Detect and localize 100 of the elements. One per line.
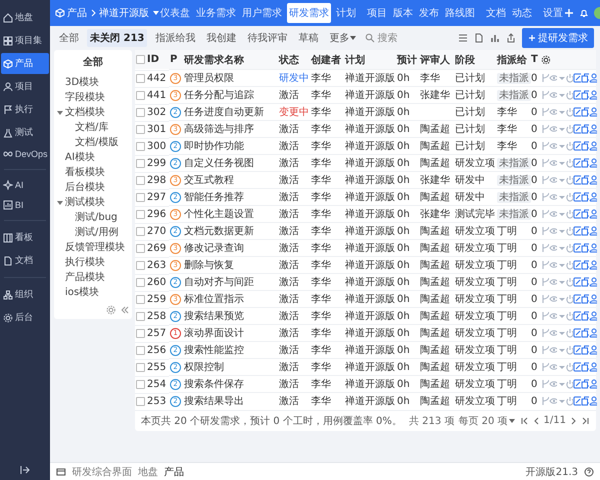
eye-icon[interactable] — [549, 90, 557, 100]
tree-item[interactable]: 后台模块 — [65, 180, 105, 194]
checkbox[interactable] — [136, 244, 145, 253]
person-icon[interactable] — [589, 345, 597, 355]
tree-item[interactable]: 文档模块 — [65, 104, 105, 118]
person-icon[interactable] — [589, 311, 597, 321]
edit-icon[interactable] — [573, 209, 581, 219]
collapse-icon[interactable] — [20, 465, 30, 475]
eye-icon[interactable] — [549, 260, 557, 270]
document-icon[interactable] — [474, 33, 484, 43]
power-icon[interactable] — [565, 175, 573, 185]
story-link[interactable]: 高级筛选与排序 — [184, 124, 254, 135]
person-icon[interactable] — [589, 396, 597, 406]
eye-icon[interactable] — [549, 175, 557, 185]
edit-icon[interactable] — [573, 124, 581, 134]
story-link[interactable]: 任务进度自动更新 — [184, 107, 264, 118]
sidebar-item[interactable]: 后台 — [1, 307, 49, 328]
tree-item[interactable]: 文档/模版 — [75, 134, 118, 148]
eye-icon[interactable] — [549, 345, 557, 355]
person-icon[interactable] — [589, 277, 597, 287]
story-link[interactable]: 文档元数据更新 — [184, 226, 254, 237]
checkbox[interactable] — [136, 193, 145, 202]
plus-icon[interactable] — [564, 8, 574, 18]
person-icon[interactable] — [589, 124, 597, 134]
person-icon[interactable] — [589, 379, 597, 389]
next-icon[interactable] — [570, 416, 578, 426]
copy-icon[interactable] — [581, 175, 589, 185]
story-link[interactable]: 智能任务推荐 — [184, 192, 244, 203]
person-icon[interactable] — [589, 294, 597, 304]
sidebar-item[interactable]: 项目集 — [1, 30, 49, 51]
checkbox[interactable] — [136, 312, 145, 321]
edit-icon[interactable] — [573, 107, 581, 117]
tree-item[interactable]: 测试/bug — [75, 210, 118, 224]
fork-icon[interactable] — [541, 362, 549, 372]
story-link[interactable]: 管理员权限 — [184, 73, 234, 84]
assignee-text[interactable]: 丁明 — [497, 226, 517, 237]
story-link[interactable]: 权限控制 — [184, 362, 224, 373]
sidebar-item[interactable]: 测试 — [1, 122, 49, 143]
fork-icon[interactable] — [541, 277, 549, 287]
edit-icon[interactable] — [573, 362, 581, 372]
nav-tab[interactable]: 路线图 — [444, 3, 476, 23]
nav-tab[interactable]: 动态 — [511, 3, 533, 23]
story-link[interactable]: 搜索结果预览 — [184, 311, 244, 322]
power-icon[interactable] — [565, 345, 573, 355]
assignee-text[interactable]: 丁明 — [497, 243, 517, 254]
story-link[interactable]: 滚动界面设计 — [184, 328, 244, 339]
edit-icon[interactable] — [573, 141, 581, 151]
edit-icon[interactable] — [573, 158, 581, 168]
checkbox[interactable] — [136, 55, 145, 64]
person-icon[interactable] — [589, 73, 597, 83]
edit-icon[interactable] — [573, 277, 581, 287]
power-icon[interactable] — [565, 124, 573, 134]
assignee-text[interactable]: 丁明 — [497, 345, 517, 356]
help-icon[interactable] — [584, 466, 594, 476]
copy-icon[interactable] — [581, 379, 589, 389]
person-icon[interactable] — [589, 192, 597, 202]
checkbox[interactable] — [136, 108, 145, 117]
tree-item[interactable]: AI模块 — [65, 150, 95, 164]
fork-icon[interactable] — [541, 73, 549, 83]
tree-item[interactable]: 文档/库 — [75, 120, 108, 134]
checkbox[interactable] — [136, 210, 145, 219]
fork-icon[interactable] — [541, 124, 549, 134]
assignee-text[interactable]: 丁明 — [497, 311, 517, 322]
eye-icon[interactable] — [549, 226, 557, 236]
tree-item[interactable]: 看板模块 — [65, 164, 105, 178]
eye-icon[interactable] — [549, 158, 557, 168]
filter-tab[interactable]: 待我评审 — [244, 29, 290, 47]
assignee-text[interactable]: 丁明 — [497, 379, 517, 390]
edit-icon[interactable] — [573, 90, 581, 100]
edit-icon[interactable] — [573, 243, 581, 253]
checkbox[interactable] — [136, 363, 145, 372]
copy-icon[interactable] — [581, 294, 589, 304]
edit-icon[interactable] — [573, 294, 581, 304]
nav-tab[interactable]: 发布 — [418, 3, 440, 23]
fork-icon[interactable] — [541, 226, 549, 236]
assignee-text[interactable]: 丁明 — [497, 294, 517, 305]
status-bar-tab[interactable]: 地盘 — [138, 464, 158, 478]
fork-icon[interactable] — [541, 260, 549, 270]
nav-tab[interactable]: 用户需求 — [241, 3, 283, 23]
assignee-text[interactable]: 丁明 — [497, 396, 517, 408]
eye-icon[interactable] — [549, 73, 557, 83]
person-icon[interactable] — [589, 260, 597, 270]
assignee-badge[interactable]: 未指派 — [497, 192, 531, 203]
eye-icon[interactable] — [549, 209, 557, 219]
tree-item[interactable]: 产品模块 — [65, 270, 105, 284]
export-icon[interactable] — [506, 33, 516, 43]
nav-tab[interactable]: 版本 — [392, 3, 414, 23]
checkbox[interactable] — [136, 329, 145, 338]
filter-tab[interactable]: 全部 — [56, 29, 82, 47]
fork-icon[interactable] — [541, 90, 549, 100]
edit-icon[interactable] — [573, 311, 581, 321]
copy-icon[interactable] — [581, 141, 589, 151]
power-icon[interactable] — [565, 107, 573, 117]
copy-icon[interactable] — [581, 158, 589, 168]
filter-tab[interactable]: 指派给我 — [152, 29, 198, 47]
power-icon[interactable] — [565, 243, 573, 253]
checkbox[interactable] — [136, 142, 145, 151]
person-icon[interactable] — [589, 141, 597, 151]
bell-icon[interactable] — [579, 8, 589, 18]
checkbox[interactable] — [136, 74, 145, 83]
